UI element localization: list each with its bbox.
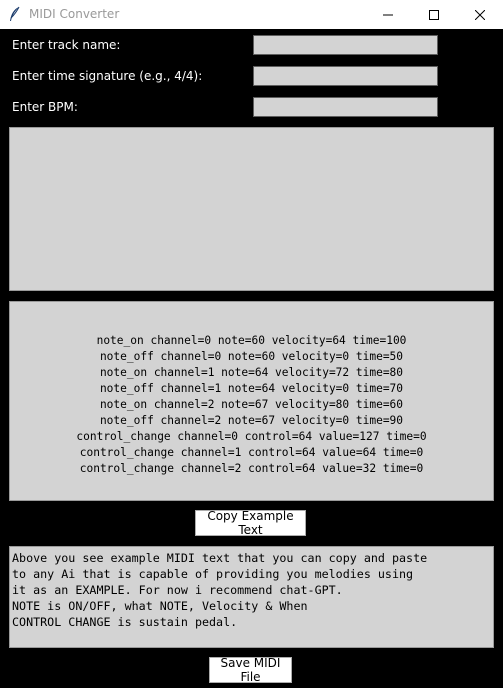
time-signature-input[interactable]: [253, 66, 438, 86]
example-line: note_off channel=0 note=60 velocity=0 ti…: [99, 350, 404, 363]
feather-icon: [8, 6, 22, 22]
instructions-line: CONTROL CHANGE is sustain pedal.: [12, 615, 238, 629]
example-line: control_change channel=0 control=64 valu…: [76, 430, 427, 443]
track-name-label: Enter track name:: [12, 38, 121, 52]
instructions-line: it as an EXAMPLE. For now i recommend ch…: [12, 583, 343, 597]
bpm-label: Enter BPM:: [12, 100, 78, 114]
instructions-text[interactable]: Above you see example MIDI text that you…: [9, 546, 494, 648]
copy-example-button[interactable]: Copy Example Text: [195, 509, 306, 537]
minimize-button[interactable]: [365, 0, 411, 29]
title-bar: MIDI Converter: [0, 0, 503, 29]
bpm-input[interactable]: [253, 97, 438, 117]
maximize-button[interactable]: [411, 0, 457, 29]
close-icon: [475, 9, 485, 20]
midi-text-input[interactable]: [9, 127, 494, 291]
window-title: MIDI Converter: [29, 7, 120, 21]
instructions-line: NOTE is ON/OFF, what NOTE, Velocity & Wh…: [12, 599, 308, 613]
close-button[interactable]: [457, 0, 503, 29]
maximize-icon: [429, 9, 439, 20]
time-signature-label: Enter time signature (e.g., 4/4):: [12, 69, 203, 83]
save-midi-button[interactable]: Save MIDI File: [209, 656, 292, 684]
example-line: note_on channel=2 note=67 velocity=80 ti…: [99, 398, 404, 411]
example-line: note_on channel=0 note=60 velocity=64 ti…: [96, 334, 407, 347]
example-line: control_change channel=1 control=64 valu…: [79, 446, 424, 459]
example-line: control_change channel=2 control=64 valu…: [79, 462, 424, 475]
minimize-icon: [383, 10, 393, 20]
instructions-line: to any Ai that is capable of providing y…: [12, 567, 414, 581]
app-window: MIDI Converter Enter track name: Enter t…: [0, 0, 503, 688]
track-name-input[interactable]: [253, 35, 438, 55]
example-line: note_off channel=2 note=67 velocity=0 ti…: [99, 414, 404, 427]
example-line: note_on channel=1 note=64 velocity=72 ti…: [99, 366, 404, 379]
instructions-line: Above you see example MIDI text that you…: [12, 551, 428, 565]
example-midi-text: note_on channel=0 note=60 velocity=64 ti…: [9, 301, 494, 501]
example-line: note_off channel=1 note=64 velocity=0 ti…: [99, 382, 404, 395]
